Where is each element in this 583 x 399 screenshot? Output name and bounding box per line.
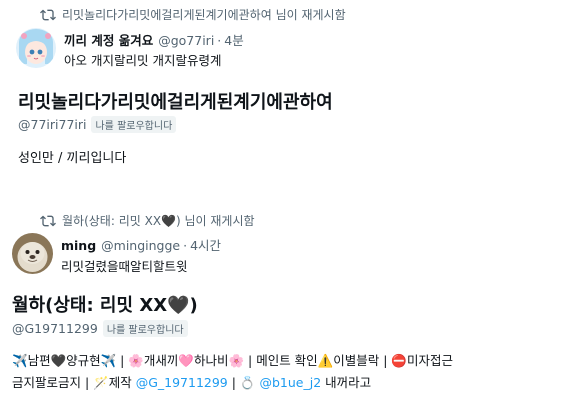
profile-bio-line-1: ✈️남편🖤양규현✈️ | 🌸개새끼🩷하나비🌸 | 메인트 확인⚠️이별블락 | … [12,353,453,368]
avatar[interactable] [12,233,53,274]
tweet-header: 끼리 계정 옮겨요 @go77iri · 4분 [64,30,244,49]
follows-you-badge: 나를 팔로우합니다 [91,116,177,133]
display-name[interactable]: 끼리 계정 옮겨요 [64,30,153,49]
retweet-header: 리밋놀리다가리밋에걸리게된계기에관하여 님이 재게시함 [40,6,346,23]
avatar-seal-icon [12,233,53,274]
mention-link[interactable]: @G_19711299 [136,375,228,390]
tweet-text: 리밋걸렸을때알티할트윗 [61,259,188,274]
separator-dot: · [183,238,188,253]
user-handle[interactable]: @go77iri [158,33,214,48]
profile-name[interactable]: 리밋놀리다가리밋에걸리게된계기에관하여 [18,88,333,114]
retweet-label[interactable]: 월하(상태: 리밋 XX🖤) 님이 재게시함 [62,212,255,229]
profile-handle-row: @77iri77iri 나를 팔로우합니다 [18,116,177,133]
profile-handle[interactable]: @77iri77iri [18,117,86,132]
profile-handle-row: @G19711299 나를 팔로우합니다 [12,320,188,337]
mention-link[interactable]: @b1ue_j2 [259,375,321,390]
user-handle[interactable]: @mingingge [101,238,180,253]
profile-bio: 성인만 / 끼리입니다 [18,151,127,166]
separator-dot: · [217,33,222,48]
avatar-anime-girl-icon [16,28,56,68]
profile-bio-line-2: 금지팔로금지 | 🪄제작 @G_19711299 | 💍 @b1ue_j2 내꺼… [12,372,371,391]
tweet-text: 아오 개지랄리밋 개지랄유령계 [64,53,222,68]
display-name[interactable]: ming [61,238,96,253]
bio-text: 내꺼라고 [321,375,372,390]
profile-handle[interactable]: @G19711299 [12,321,98,336]
profile-name[interactable]: 월하(상태: 리밋 XX🖤) [12,291,198,317]
avatar[interactable] [16,28,56,68]
tweet-timestamp[interactable]: 4시간 [190,235,221,254]
tweet-header: ming @mingingge · 4시간 [61,235,221,254]
retweet-icon [40,9,56,20]
retweet-header: 월하(상태: 리밋 XX🖤) 님이 재게시함 [40,212,255,229]
bio-text: 금지팔로금지 | 🪄제작 [12,375,136,390]
bio-text: | 💍 [227,375,260,390]
retweet-icon [40,215,56,226]
tweet-timestamp[interactable]: 4분 [224,30,243,49]
follows-you-badge: 나를 팔로우합니다 [102,320,188,337]
retweet-label[interactable]: 리밋놀리다가리밋에걸리게된계기에관하여 님이 재게시함 [62,6,346,23]
